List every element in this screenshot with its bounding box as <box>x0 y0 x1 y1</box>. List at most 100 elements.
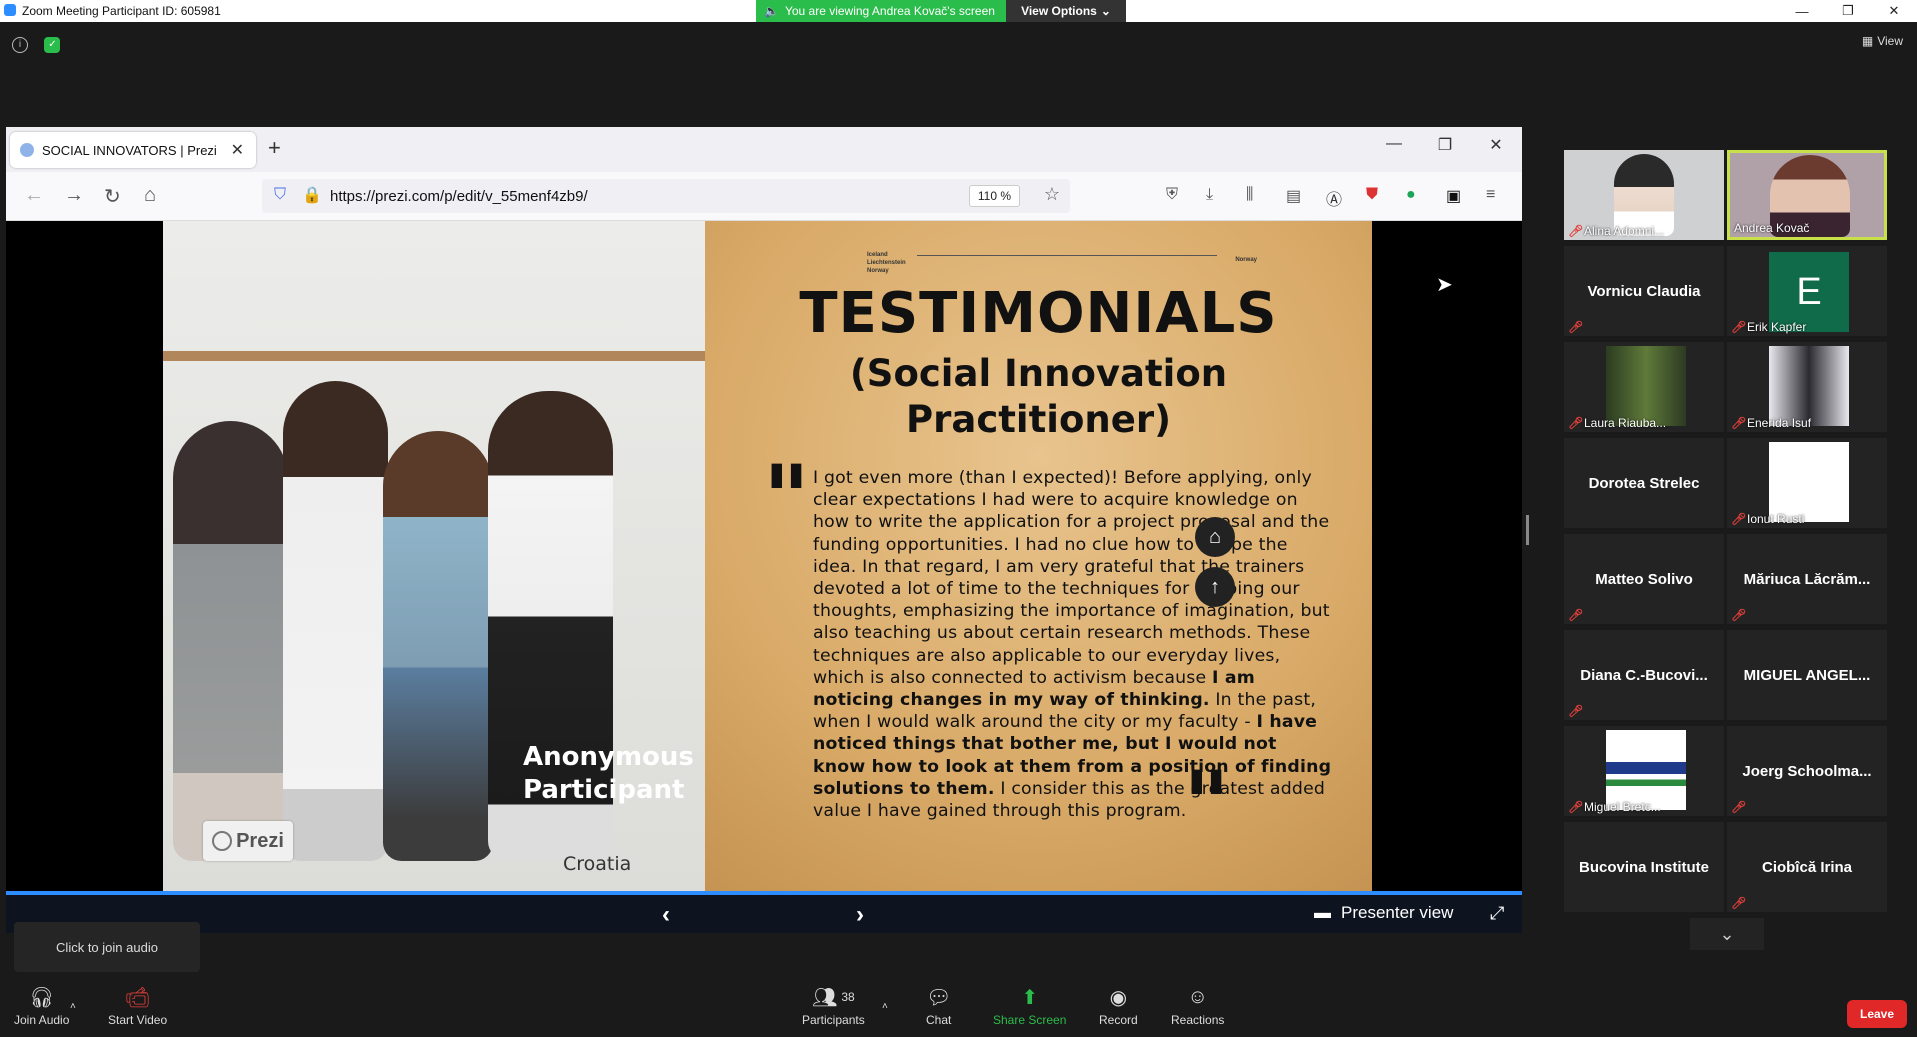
join-audio-tooltip-text: Click to join audio <box>56 939 158 955</box>
presenter-view-icon: ▬ <box>1314 903 1331 922</box>
participant-tile[interactable]: MIGUEL ANGEL... <box>1727 630 1887 720</box>
download-icon[interactable]: ⤓ <box>1206 186 1213 204</box>
participant-name: Ionut Rusti <box>1747 512 1805 526</box>
participant-tile[interactable]: 🎤︎ Alina Adomni... <box>1564 150 1724 240</box>
browser-tab[interactable]: SOCIAL INNOVATORS | Prezi ✕ <box>10 132 256 168</box>
record-icon: ◉ <box>1109 986 1128 1009</box>
lock-icon[interactable]: 🔒 <box>302 185 322 205</box>
presenter-view-button[interactable]: ▬ Presenter view <box>1314 903 1453 923</box>
participant-tile[interactable]: 🎤︎ Ionut Rusti <box>1727 438 1887 528</box>
extension-icon[interactable]: ▣ <box>1446 186 1461 206</box>
anonymous-participant-label: Anonymous Participant <box>523 741 694 807</box>
ublock-icon[interactable]: ⛊ <box>1366 186 1378 204</box>
pocket-icon[interactable]: ⛨ <box>1166 186 1178 204</box>
participant-tile[interactable]: Ciobîcă Irina 🎤︎ <box>1727 822 1887 912</box>
sidebar-icon[interactable]: ▤ <box>1286 186 1301 206</box>
participant-tile[interactable]: E 🎤︎ Erik Kapfer <box>1727 246 1887 336</box>
minimize-window-button[interactable]: — <box>1779 0 1825 22</box>
start-video-button[interactable]: 📹︎ Start Video <box>108 975 167 1037</box>
participant-tile[interactable]: Matteo Solivo 🎤︎ <box>1564 534 1724 624</box>
muted-mic-icon: 🎤︎ <box>1568 320 1584 334</box>
participant-name-center: MIGUEL ANGEL... <box>1743 666 1871 684</box>
person-2 <box>283 381 388 861</box>
previous-step-button[interactable]: ‹ <box>662 901 670 929</box>
participant-name-center: Diana C.-Bucovi... <box>1580 666 1708 684</box>
browser-close-button[interactable]: ✕ <box>1476 135 1516 155</box>
account-icon[interactable]: Ⓐ <box>1326 186 1342 210</box>
participant-video <box>1606 730 1686 810</box>
tracking-shield-icon[interactable]: ⛉ <box>274 186 286 204</box>
prezi-back-up-button[interactable]: ↑ <box>1195 567 1235 607</box>
participant-name-center: Matteo Solivo <box>1595 570 1693 588</box>
participant-tile[interactable]: Bucovina Institute <box>1564 822 1724 912</box>
share-screen-button[interactable]: ⬆ Share Screen <box>993 975 1066 1037</box>
browser-restore-button[interactable]: ❐ <box>1425 135 1465 155</box>
muted-mic-icon: 🎤︎ <box>1731 416 1747 430</box>
reload-icon[interactable]: ↻ <box>104 184 121 209</box>
record-button[interactable]: ◉ Record <box>1099 975 1138 1037</box>
info-icon[interactable]: i <box>12 37 28 53</box>
new-tab-button[interactable]: + <box>268 135 281 161</box>
participant-tile[interactable]: 🎤︎ Enerida Isuf <box>1727 342 1887 432</box>
participant-tile-active-speaker[interactable]: Andrea Kovač <box>1727 150 1887 240</box>
join-audio-tooltip[interactable]: Click to join audio <box>14 922 200 972</box>
address-bar[interactable]: ⛉ 🔒 https://prezi.com/p/edit/v_55menf4zb… <box>262 179 1070 213</box>
chevron-down-icon: ⌄ <box>1100 4 1111 18</box>
country-label: Croatia <box>563 853 632 875</box>
close-window-button[interactable]: ✕ <box>1871 0 1917 22</box>
browser-minimize-button[interactable]: — <box>1374 135 1414 153</box>
close-tab-icon[interactable]: ✕ <box>231 140 244 160</box>
library-icon[interactable]: ⫼ <box>1246 186 1253 204</box>
restore-window-button[interactable]: ❐ <box>1825 0 1871 22</box>
reactions-button[interactable]: ☺ Reactions <box>1171 975 1224 1037</box>
grants-logo: Iceland Liechtenstein Norway Norway <box>867 243 1257 279</box>
video-off-icon: 📹︎ <box>124 986 151 1009</box>
prezi-controls: ‹ › ▬ Presenter view ⤢ <box>6 895 1522 933</box>
security-shield-icon[interactable]: ✓ <box>44 37 61 53</box>
participant-video <box>1769 346 1849 426</box>
presenter-view-label: Presenter view <box>1341 903 1454 922</box>
participant-name: Miguel Bretc... <box>1584 800 1661 814</box>
participant-name: Enerida Isuf <box>1747 416 1812 430</box>
next-step-button[interactable]: › <box>856 901 864 929</box>
forward-icon[interactable]: → <box>64 184 84 207</box>
back-icon[interactable]: ← <box>24 184 44 207</box>
tab-title: SOCIAL INNOVATORS | Prezi <box>42 142 217 158</box>
participants-button[interactable]: 👥︎ 38 Participants <box>802 975 865 1037</box>
participant-tile[interactable]: Diana C.-Bucovi... 🎤︎ <box>1564 630 1724 720</box>
grammarly-icon[interactable]: ● <box>1406 186 1416 204</box>
bookmark-star-icon[interactable]: ☆ <box>1044 184 1060 205</box>
gallery-resize-handle[interactable] <box>1526 515 1529 545</box>
prezi-home-button[interactable]: ⌂ <box>1195 517 1235 557</box>
participant-tile[interactable]: 🎤︎ Miguel Bretc... <box>1564 726 1724 816</box>
leave-meeting-button[interactable]: Leave <box>1847 1000 1907 1028</box>
participant-tile[interactable]: Dorotea Strelec <box>1564 438 1724 528</box>
share-screen-icon: ⬆ <box>1021 986 1039 1009</box>
mouse-cursor-icon: ➤ <box>1436 274 1453 296</box>
slide-subtitle: (Social Innovation Practitioner) <box>705 351 1372 443</box>
participant-tile[interactable]: Măriuca Lăcrăm... 🎤︎ <box>1727 534 1887 624</box>
person-3 <box>383 431 493 861</box>
anonymous-line-2: Participant <box>523 775 685 805</box>
participant-tile[interactable]: Vornicu Claudia 🎤︎ <box>1564 246 1724 336</box>
participants-options-caret[interactable]: ˄ <box>882 975 888 1037</box>
participant-name-center: Vornicu Claudia <box>1587 282 1701 300</box>
home-icon[interactable]: ⌂ <box>144 184 156 207</box>
menu-icon[interactable]: ≡ <box>1486 186 1495 204</box>
audio-options-caret[interactable]: ˄ <box>70 975 76 1037</box>
participant-tile[interactable]: Joerg Schoolma... 🎤︎ <box>1727 726 1887 816</box>
participant-tile[interactable]: 🎤︎ Laura Riauba... <box>1564 342 1724 432</box>
anonymous-line-1: Anonymous <box>523 742 694 772</box>
share-screen-label: Share Screen <box>993 1013 1067 1027</box>
chat-button[interactable]: 💬︎ Chat <box>926 975 951 1037</box>
view-options-button[interactable]: View Options ⌄ <box>1006 0 1126 22</box>
headphones-icon: 🎧︎ <box>29 986 55 1009</box>
zoom-level[interactable]: 110 % <box>968 185 1020 207</box>
prezi-logo[interactable]: Prezi <box>203 821 293 861</box>
participants-icon: 👥︎ 38 <box>811 986 855 1009</box>
fullscreen-icon[interactable]: ⤢ <box>1490 903 1504 924</box>
browser-navbar: ← → ↻ ⌂ ⛉ 🔒 https://prezi.com/p/edit/v_5… <box>6 172 1522 221</box>
gallery-scroll-down-button[interactable]: ⌄ <box>1690 918 1764 950</box>
view-button[interactable]: ▦ View <box>1862 34 1903 48</box>
join-audio-button[interactable]: 🎧︎ Join Audio <box>14 975 69 1037</box>
